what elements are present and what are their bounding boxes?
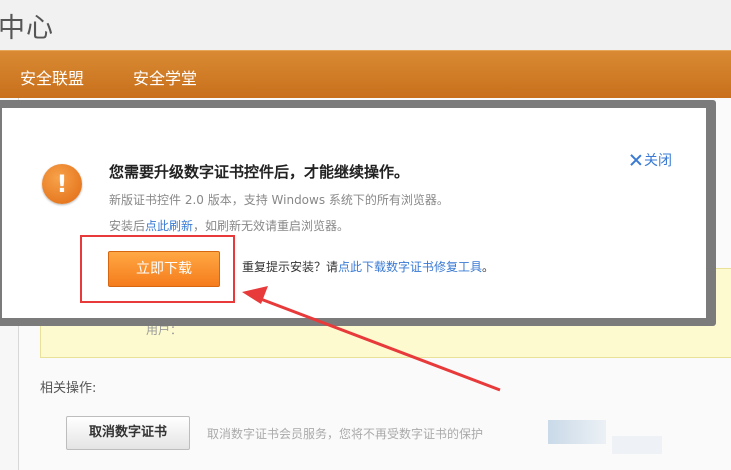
header: 中心	[0, 0, 731, 50]
nav-item-security-school[interactable]: 安全学堂	[133, 65, 197, 89]
cancel-certificate-button[interactable]: 取消数字证书	[66, 416, 190, 450]
modal-refresh-info: 安装后点此刷新，如刷新无效请重启浏览器。	[109, 217, 349, 234]
related-actions-label: 相关操作:	[40, 381, 97, 396]
cancel-description: 取消数字证书会员服务，您将不再受数字证书的保护	[207, 427, 484, 441]
close-label: 关闭	[644, 153, 672, 169]
nav-bar: 安全联盟 安全学堂	[0, 50, 731, 99]
warning-icon: !	[42, 164, 82, 204]
refresh-link[interactable]: 点此刷新	[145, 219, 193, 233]
annotation-highlight-box	[80, 235, 235, 303]
blurred-region	[548, 420, 606, 444]
nav-item-security-alliance[interactable]: 安全联盟	[20, 65, 84, 89]
repeat-prefix: 重复提示安装？请	[242, 260, 339, 274]
close-icon	[630, 154, 642, 166]
close-button[interactable]: 关闭	[630, 150, 672, 170]
refresh-prefix: 安装后	[109, 219, 146, 233]
repeat-suffix: 。	[482, 260, 495, 274]
watermark-region	[612, 436, 662, 454]
repair-tool-link[interactable]: 点此下载数字证书修复工具	[338, 260, 482, 274]
modal-headline: 您需要升级数字证书控件后，才能继续操作。	[109, 163, 410, 181]
refresh-suffix: ，如刷新无效请重启浏览器。	[193, 219, 350, 233]
repeat-prompt: 重复提示安装？请点此下载数字证书修复工具。	[242, 258, 494, 275]
modal-version-info: 新版证书控件 2.0 版本，支持 Windows 系统下的所有浏览器。	[109, 193, 449, 207]
page-title: 中心	[0, 13, 54, 44]
